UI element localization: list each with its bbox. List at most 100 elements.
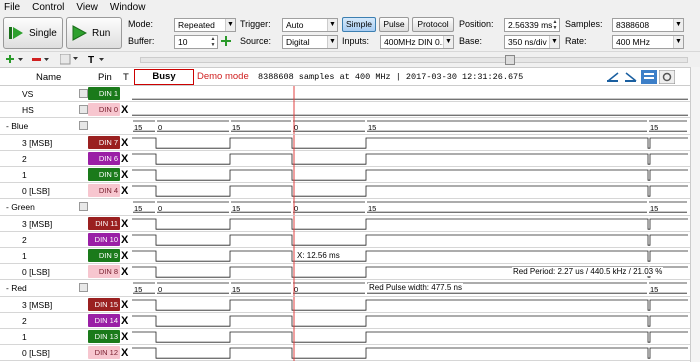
vertical-scrollbar[interactable] [690,67,700,362]
base-label: Base: [459,36,483,46]
menu-control[interactable]: Control [32,2,64,13]
trigger-state[interactable]: X [121,346,128,360]
pin-badge[interactable]: DIN 13 [88,330,120,343]
trigger-state[interactable]: X [121,103,128,117]
trigger-state[interactable]: X [121,136,128,150]
chevron-down-icon: ▼ [673,19,683,31]
signal-row[interactable]: 2 DIN 14 X [0,312,690,329]
single-button[interactable]: Single [3,17,63,49]
pin-badge[interactable]: DIN 14 [88,313,120,327]
scroll-thumb[interactable] [505,55,515,65]
edit-icon[interactable] [79,105,88,115]
trigger-state[interactable]: X [121,233,128,247]
trigger-state[interactable]: X [121,330,128,344]
signal-row[interactable]: 1 DIN 5X [0,167,690,184]
trigger-state[interactable]: X [121,249,128,263]
pin-badge[interactable]: DIN 9 [88,249,120,262]
cursor-right-icon[interactable] [624,71,638,83]
bus-value: 0 [158,124,162,133]
bus-row[interactable]: - Red1501501515 [0,280,690,297]
edit-icon[interactable] [79,121,88,131]
signal-name: 2 [22,153,27,164]
add-channel-icon[interactable] [6,55,26,65]
signal-name: 3 [MSB] [22,137,53,148]
samples-select[interactable]: 8388608 ▼ [612,18,684,32]
trigger-state[interactable]: X [121,168,128,182]
signal-name: 3 [MSB] [22,299,53,310]
waveform [132,150,688,167]
cursor-left-icon[interactable] [606,71,620,83]
edit-icon[interactable] [79,89,88,98]
protocol-trigger-button[interactable]: Protocol [412,17,454,32]
run-button[interactable]: Run [66,17,122,49]
menu-view[interactable]: View [76,2,98,13]
pulse-trigger-button[interactable]: Pulse [379,17,409,32]
waveform: 15 0 15 0 15 15 [133,118,687,135]
pin-badge[interactable]: DIN 1 [88,87,120,100]
pin-column-header: Pin [98,72,112,83]
menu-file[interactable]: File [4,2,20,13]
bus-name: - Red [6,283,27,294]
trigger-state[interactable]: X [121,152,128,166]
signal-row[interactable]: 3 [MSB] DIN 7X [0,134,690,151]
trigger-state[interactable]: X [121,184,128,198]
simple-trigger-button[interactable]: Simple [342,17,376,32]
signal-row[interactable]: 3 [MSB] DIN 15 X [0,296,690,313]
waveform [132,86,688,103]
rate-select[interactable]: 400 MHz ▼ [612,35,684,49]
bus-row[interactable]: - Green 15 0 15 0 15 15 [0,199,690,216]
spinner-icon[interactable]: ▲ ▼ [551,19,559,31]
pin-badge[interactable]: DIN 7 [88,135,120,149]
signal-row[interactable]: 1 DIN 9X [0,248,690,265]
trigger-state[interactable]: X [121,265,128,279]
trigger-select[interactable]: Auto ▼ [282,18,338,32]
trigger-state[interactable]: X [121,314,128,328]
trigger-state[interactable]: X [121,217,128,231]
pin-badge[interactable]: DIN 8 [88,265,120,279]
trigger-state[interactable]: X [121,298,128,312]
chevron-down-icon: ▼ [327,36,337,48]
signal-row[interactable]: 2 DIN 6X [0,150,690,167]
pin-badge[interactable]: DIN 4 [88,184,120,198]
timeline-scrollbar[interactable] [140,55,688,65]
view-mode-icon[interactable] [641,70,657,84]
pin-badge[interactable]: DIN 11 [88,216,120,230]
edit-icon[interactable] [79,283,88,293]
signal-name: 1 [22,170,27,180]
signal-row[interactable]: 3 [MSB] DIN 11 X [0,215,690,232]
inputs-select[interactable]: 400MHz DIN 0... ▼ [380,35,454,49]
signal-row[interactable]: 2 DIN 10 X [0,231,690,248]
pin-badge[interactable]: DIN 6 [88,151,120,165]
text-tool-icon[interactable]: T [88,54,108,65]
pin-badge[interactable]: DIN 0 [88,103,120,117]
mode-select[interactable]: Repeated ▼ [174,18,236,32]
signal-row[interactable]: HS DIN 0X [0,102,690,119]
menu-window[interactable]: Window [110,2,146,13]
edit-channel-icon[interactable] [60,54,80,65]
spinner-icon[interactable]: ▲ ▼ [209,36,217,48]
position-field[interactable]: 2.56339 ms ▲ ▼ [504,18,560,32]
pin-badge[interactable]: DIN 12 [88,346,120,360]
signal-row[interactable]: 0 [LSB] DIN 12 X [0,345,690,362]
channel-toolbar: T [0,51,700,67]
signal-row[interactable]: 1 DIN 13 X [0,329,690,346]
settings-icon[interactable] [659,70,675,84]
bus-segment [293,201,365,213]
pin-badge[interactable]: DIN 5 [88,168,120,181]
bus-row[interactable]: - Blue 15 0 15 0 15 15 [0,118,690,135]
buffer-field[interactable]: 10 ▲ ▼ [174,35,218,49]
add-icon[interactable] [221,36,231,46]
pin-badge[interactable]: DIN 10 [88,232,120,246]
signal-row[interactable]: VS DIN 1 [0,86,690,103]
remove-channel-icon[interactable] [32,55,52,65]
bus-segment [157,120,229,132]
base-select[interactable]: 350 ns/div ▼ [504,35,560,49]
red-pulse-measurement: Red Pulse width: 477.5 ns [368,283,463,293]
bus-value: 15 [232,286,240,295]
signal-row[interactable]: 0 [LSB] DIN 4X [0,183,690,200]
pin-badge[interactable]: DIN 15 [88,297,120,311]
chevron-down-icon: ▼ [327,19,337,31]
signal-trace [132,315,688,327]
edit-icon[interactable] [79,202,88,212]
source-select[interactable]: Digital ▼ [282,35,338,49]
